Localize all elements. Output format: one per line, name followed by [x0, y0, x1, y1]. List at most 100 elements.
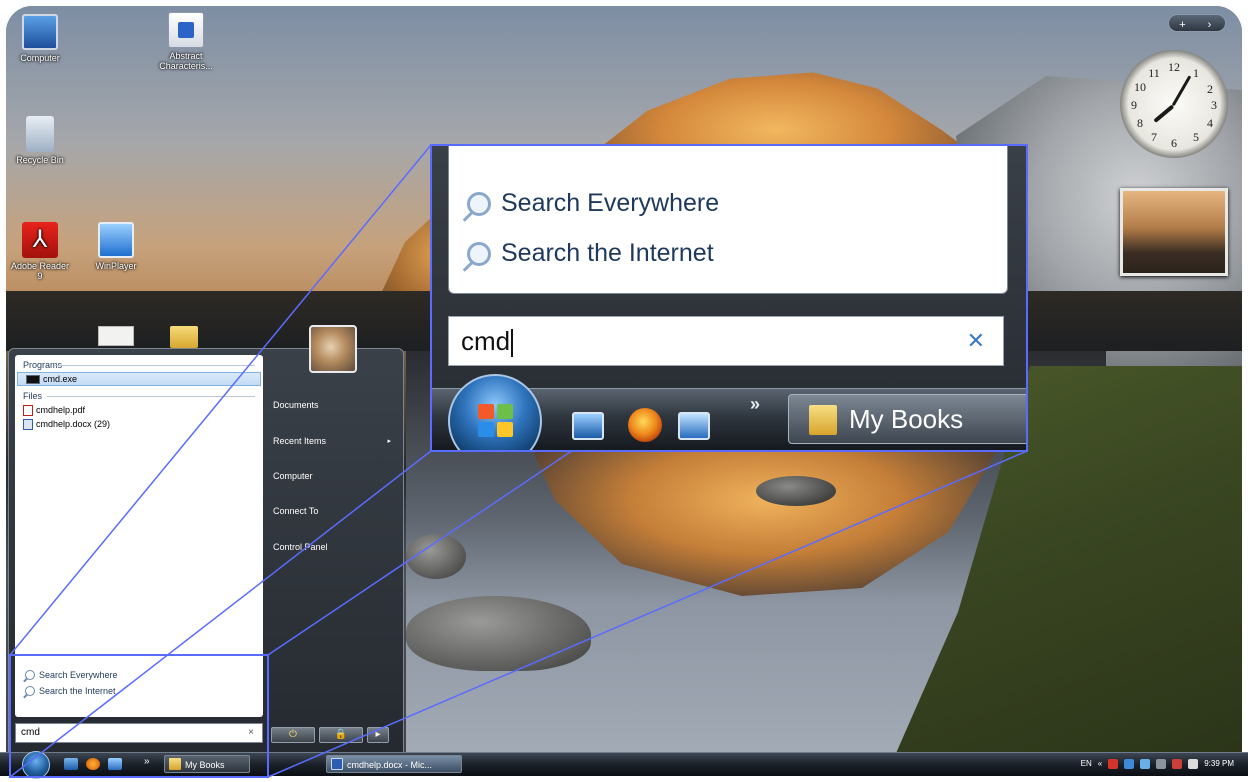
clock-number: 4 — [1207, 116, 1213, 130]
desktop-icon-label: Abstract Characteris... — [159, 51, 213, 71]
power-icon[interactable] — [1156, 759, 1167, 769]
connect-to-link[interactable]: Connect To — [271, 506, 318, 516]
slideshow-gadget[interactable] — [1120, 188, 1228, 276]
quicklaunch-more-icon[interactable]: » — [144, 756, 150, 767]
gadget-toolbar: + › — [1168, 14, 1226, 32]
zoom-inset: Search Everywhere Search the Internet cm… — [430, 144, 1028, 452]
taskbar-button-my-books[interactable]: My Books — [164, 755, 250, 773]
programs-heading: Programs — [23, 360, 63, 370]
zoom-search-everywhere-label: Search Everywhere — [501, 189, 720, 217]
search-everywhere-label: Search Everywhere — [39, 670, 118, 680]
docx-icon — [23, 418, 33, 430]
control-panel-link[interactable]: Control Panel — [271, 542, 328, 552]
show-desktop-icon[interactable] — [64, 758, 78, 770]
search-internet-link[interactable]: Search the Internet — [15, 683, 263, 699]
zoom-search-everywhere-link[interactable]: Search Everywhere — [467, 189, 719, 218]
taskbar-button-label: cmdhelp.docx - Mic... — [347, 760, 433, 770]
switch-windows-icon[interactable] — [108, 758, 122, 770]
next-gadget-button[interactable]: › — [1196, 17, 1223, 33]
clear-search-icon[interactable]: ✕ — [967, 317, 985, 365]
desktop-icon-recycle-bin[interactable]: Recycle Bin — [8, 116, 72, 165]
recycle-bin-icon — [26, 116, 54, 152]
clock-number: 1 — [1193, 66, 1199, 80]
language-indicator[interactable]: EN — [1081, 756, 1092, 772]
clear-search-icon[interactable]: × — [248, 724, 254, 742]
word-icon — [331, 758, 343, 770]
zoom-taskbar-button-my-books[interactable]: My Books — [788, 394, 1026, 444]
recent-items-link[interactable]: Recent Items — [271, 436, 326, 446]
desktop-icon-label: Recycle Bin — [16, 155, 64, 165]
cmd-icon — [26, 374, 40, 384]
media-player-icon — [98, 222, 134, 258]
firefox-icon[interactable] — [628, 408, 662, 442]
firefox-icon[interactable] — [86, 758, 100, 770]
search-everywhere-link[interactable]: Search Everywhere — [15, 667, 263, 683]
start-search-input[interactable]: cmd × — [15, 723, 263, 743]
taskbar-button-label: My Books — [185, 760, 225, 770]
documents-link[interactable]: Documents — [271, 400, 319, 410]
clock-hour-hand — [1153, 104, 1175, 123]
wallpaper-rock — [756, 476, 836, 506]
start-menu: Programs cmd.exe Files cmdhelp.pdf cmdhe… — [8, 325, 404, 753]
zoom-search-internet-label: Search the Internet — [501, 239, 714, 267]
search-links: Search Everywhere Search the Internet — [15, 667, 263, 719]
show-desktop-icon[interactable] — [572, 412, 604, 440]
text-caret — [511, 329, 514, 358]
quicklaunch-more-icon[interactable]: » — [750, 394, 760, 415]
start-menu-results: Programs cmd.exe Files cmdhelp.pdf cmdhe… — [15, 355, 263, 717]
zoom-taskbar-button-label: My Books — [849, 404, 964, 434]
zoom-search-input[interactable]: cmd ✕ — [448, 316, 1004, 366]
clock-number: 7 — [1151, 130, 1157, 144]
document-icon — [168, 12, 204, 48]
antivirus-icon[interactable] — [1108, 759, 1119, 769]
system-tray: EN « 9:39 PM — [1081, 756, 1234, 772]
clock-gadget[interactable]: 12 1 2 3 4 5 6 7 8 9 10 11 — [1120, 50, 1228, 158]
divider — [47, 396, 255, 397]
clock-number: 2 — [1207, 82, 1213, 96]
computer-link[interactable]: Computer — [271, 471, 313, 481]
desktop-icon-winplayer[interactable]: WinPlayer — [84, 222, 148, 271]
lock-button[interactable]: 🔒 — [319, 727, 363, 743]
result-label: cmd.exe — [43, 374, 78, 384]
folder-icon[interactable] — [170, 326, 198, 348]
pdf-icon — [23, 404, 33, 416]
clock-number: 5 — [1193, 130, 1199, 144]
tray-expand-icon[interactable]: « — [1098, 756, 1102, 772]
desktop-icon-document[interactable]: Abstract Characteris... — [154, 12, 218, 71]
zoom-search-internet-link[interactable]: Search the Internet — [467, 239, 714, 268]
adobe-reader-icon — [22, 222, 58, 258]
power-controls: ⏻ 🔒 ▸ — [271, 727, 393, 745]
network-icon[interactable] — [1124, 759, 1135, 769]
start-button[interactable] — [22, 751, 50, 779]
clock-number: 3 — [1211, 98, 1217, 112]
desktop-icon-computer[interactable]: Computer — [8, 14, 72, 63]
zoom-start-button[interactable] — [448, 374, 542, 450]
switch-windows-icon[interactable] — [678, 412, 710, 440]
start-menu-places: Documents Recent Items ▸ Computer Connec… — [271, 325, 403, 719]
clock-number: 6 — [1171, 136, 1177, 150]
result-cmdhelp-pdf[interactable]: cmdhelp.pdf — [15, 403, 263, 417]
power-options-button[interactable]: ▸ — [367, 727, 389, 743]
clock-number: 9 — [1131, 98, 1137, 112]
desktop-icon-adobe-reader[interactable]: Adobe Reader 9 — [8, 222, 72, 281]
power-button[interactable]: ⏻ — [271, 727, 315, 743]
wallpaper-rock — [406, 596, 591, 671]
user-avatar[interactable] — [309, 325, 357, 373]
zoom-search-links-panel: Search Everywhere Search the Internet — [448, 146, 1008, 294]
search-icon — [467, 191, 491, 216]
result-cmd-exe[interactable]: cmd.exe — [17, 372, 261, 386]
messenger-icon[interactable] — [1140, 759, 1151, 769]
volume-icon[interactable] — [1188, 759, 1199, 769]
document-icon[interactable] — [98, 326, 134, 346]
search-icon — [25, 670, 35, 680]
taskbar-button-word[interactable]: cmdhelp.docx - Mic... — [326, 755, 462, 773]
clock-time[interactable]: 9:39 PM — [1204, 756, 1234, 772]
wallpaper-rock — [406, 534, 466, 579]
clock-number: 12 — [1168, 60, 1180, 74]
clock-number: 11 — [1148, 66, 1160, 80]
add-gadget-button[interactable]: + — [1169, 17, 1196, 33]
result-cmdhelp-docx[interactable]: cmdhelp.docx (29) — [15, 417, 263, 431]
security-icon[interactable] — [1172, 759, 1183, 769]
clock-number: 8 — [1137, 116, 1143, 130]
desktop-icon-label: Adobe Reader 9 — [10, 261, 70, 281]
